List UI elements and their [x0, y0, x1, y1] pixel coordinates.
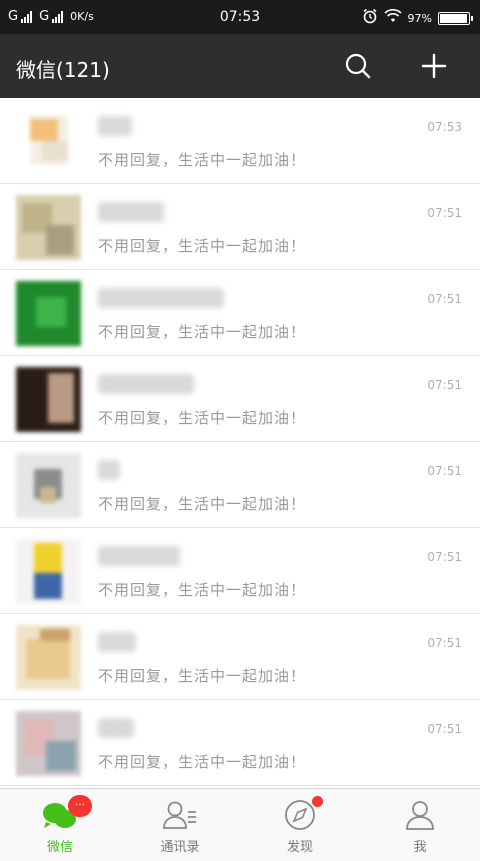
contact-name-blurred — [98, 546, 180, 566]
add-button[interactable] — [416, 48, 452, 84]
chat-row[interactable]: 不用回复，生活中一起加油！ 07:51 — [0, 442, 480, 528]
message-preview: 不用回复，生活中一起加油！ — [98, 237, 307, 255]
message-preview: 不用回复，生活中一起加油！ — [98, 323, 307, 341]
chat-row[interactable]: 不用回复，生活中一起加油！ 07:51 — [0, 700, 480, 786]
tab-contacts[interactable]: 通讯录 — [120, 789, 240, 861]
tab-discover[interactable]: 发现 — [240, 789, 360, 861]
tab-chats[interactable]: ... 微信 — [0, 789, 120, 861]
message-preview: 不用回复，生活中一起加油！ — [98, 409, 307, 427]
avatar — [16, 109, 81, 174]
bottom-tab-bar: ... 微信 通讯录 发现 我 — [0, 788, 480, 861]
contact-name-blurred — [98, 116, 132, 136]
avatar — [16, 195, 81, 260]
battery-level — [440, 13, 468, 23]
contact-name-blurred — [98, 632, 136, 652]
alarm-icon — [362, 8, 378, 28]
message-time: 07:51 — [427, 206, 462, 220]
avatar — [16, 367, 81, 432]
tab-label: 微信 — [46, 840, 73, 855]
battery-percent: 97% — [407, 11, 432, 25]
chat-row[interactable]: 不用回复，生活中一起加油！ 07:51 — [0, 528, 480, 614]
message-time: 07:51 — [427, 636, 462, 650]
chat-row[interactable]: 不用回复，生活中一起加油！ 07:51 — [0, 184, 480, 270]
message-time: 07:53 — [427, 120, 462, 134]
title-bar: 微信(121) — [0, 34, 480, 98]
tab-label: 发现 — [286, 840, 313, 855]
tab-label: 通讯录 — [160, 840, 200, 855]
message-time: 07:51 — [427, 464, 462, 478]
contact-name-blurred — [98, 288, 224, 308]
avatar — [16, 711, 81, 776]
message-preview: 不用回复，生活中一起加油！ — [98, 151, 307, 169]
battery-icon — [438, 11, 473, 25]
avatar — [16, 625, 81, 690]
contact-name-blurred — [98, 718, 134, 738]
system-indicators: 97% — [362, 8, 473, 28]
avatar — [16, 453, 81, 518]
chat-row[interactable]: 不用回复，生活中一起加油！ 07:51 — [0, 614, 480, 700]
search-icon — [345, 53, 371, 79]
avatar — [16, 281, 81, 346]
contact-name-blurred — [98, 202, 164, 222]
contact-name-blurred — [98, 374, 194, 394]
tab-label: 我 — [413, 840, 427, 855]
message-time: 07:51 — [427, 292, 462, 306]
chat-row[interactable]: 不用回复，生活中一起加油！ 07:53 — [0, 98, 480, 184]
message-time: 07:51 — [427, 722, 462, 736]
unread-badge: ... — [68, 795, 92, 817]
contact-name-blurred — [98, 460, 120, 480]
search-button[interactable] — [340, 48, 376, 84]
chat-row[interactable]: 不用回复，生活中一起加油！ 07:51 — [0, 356, 480, 442]
contacts-icon — [162, 798, 198, 832]
plus-icon — [421, 53, 447, 79]
message-time: 07:51 — [427, 550, 462, 564]
message-preview: 不用回复，生活中一起加油！ — [98, 581, 307, 599]
notification-dot — [312, 796, 323, 807]
app-title: 微信(121) — [16, 58, 110, 82]
wifi-icon — [383, 9, 402, 27]
avatar — [16, 539, 81, 604]
tab-me[interactable]: 我 — [360, 789, 480, 861]
chat-list: 不用回复，生活中一起加油！ 07:53 不用回复，生活中一起加油！ 07:51 … — [0, 98, 480, 788]
message-preview: 不用回复，生活中一起加油！ — [98, 495, 307, 513]
person-icon — [402, 798, 438, 832]
message-preview: 不用回复，生活中一起加油！ — [98, 753, 307, 771]
status-bar: G G 0K/s 07:53 97% — [0, 0, 480, 34]
chat-row[interactable]: 不用回复，生活中一起加油！ 07:51 — [0, 270, 480, 356]
message-preview: 不用回复，生活中一起加油！ — [98, 667, 307, 685]
message-time: 07:51 — [427, 378, 462, 392]
